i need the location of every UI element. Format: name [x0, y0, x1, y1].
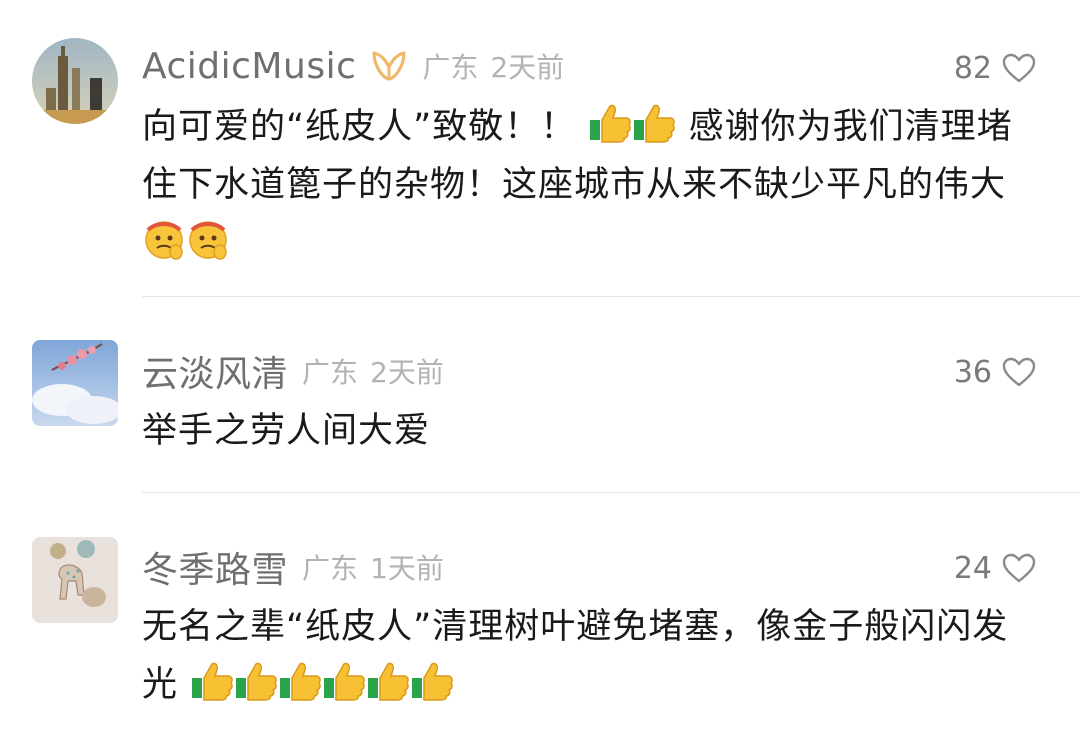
timestamp: 1天前: [370, 552, 444, 585]
like-count: 24: [953, 550, 992, 586]
comment-meta: 广东 2天前: [422, 46, 564, 86]
divider: [142, 492, 1080, 493]
thumbs-up-icon: [236, 662, 277, 701]
timestamp: 2天前: [490, 51, 565, 84]
divider: [142, 296, 1080, 297]
avatar[interactable]: [32, 340, 118, 426]
thumbs-up-icon: [412, 662, 453, 701]
comment-text: 举手之劳人间大爱: [142, 411, 431, 451]
thumbs-up-icon: [192, 662, 233, 701]
username[interactable]: 云淡风清: [142, 345, 288, 397]
like-button[interactable]: 36: [954, 348, 1036, 396]
thumbs-up-icon: [280, 662, 321, 701]
vip-badge-icon: [370, 49, 408, 83]
avatar[interactable]: [32, 38, 118, 124]
like-button[interactable]: 24: [954, 544, 1036, 592]
thumbs-up-icon: [590, 104, 632, 143]
avatar[interactable]: [32, 537, 118, 623]
heart-icon: [1002, 53, 1036, 83]
salute-face-icon: [145, 221, 183, 260]
thumbs-up-icon: [324, 662, 365, 701]
thumbs-up-icon: [634, 104, 676, 143]
comment-meta: 广东 1天前: [302, 547, 444, 587]
comment-text: 向可爱的“纸皮人”致敬！！ 感谢你为我们清理堵住下水道篦子的杂物！这座城市从来不…: [142, 98, 1042, 272]
heart-icon: [1002, 553, 1036, 583]
timestamp: 2天前: [370, 356, 444, 389]
username[interactable]: 冬季路雪: [142, 541, 288, 593]
location: 广东: [302, 356, 359, 389]
username[interactable]: AcidicMusic: [142, 46, 356, 87]
comment-meta: 广东 2天前: [302, 351, 444, 391]
like-button[interactable]: 82: [954, 44, 1036, 92]
like-count: 82: [953, 50, 992, 86]
like-count: 36: [953, 354, 992, 390]
location: 广东: [302, 552, 359, 585]
salute-face-icon: [189, 221, 227, 260]
location: 广东: [422, 51, 479, 84]
heart-icon: [1002, 357, 1036, 387]
comment-text: 无名之辈“纸皮人”清理树叶避免堵塞，像金子般闪闪发光: [142, 607, 1009, 705]
thumbs-up-icon: [368, 662, 409, 701]
